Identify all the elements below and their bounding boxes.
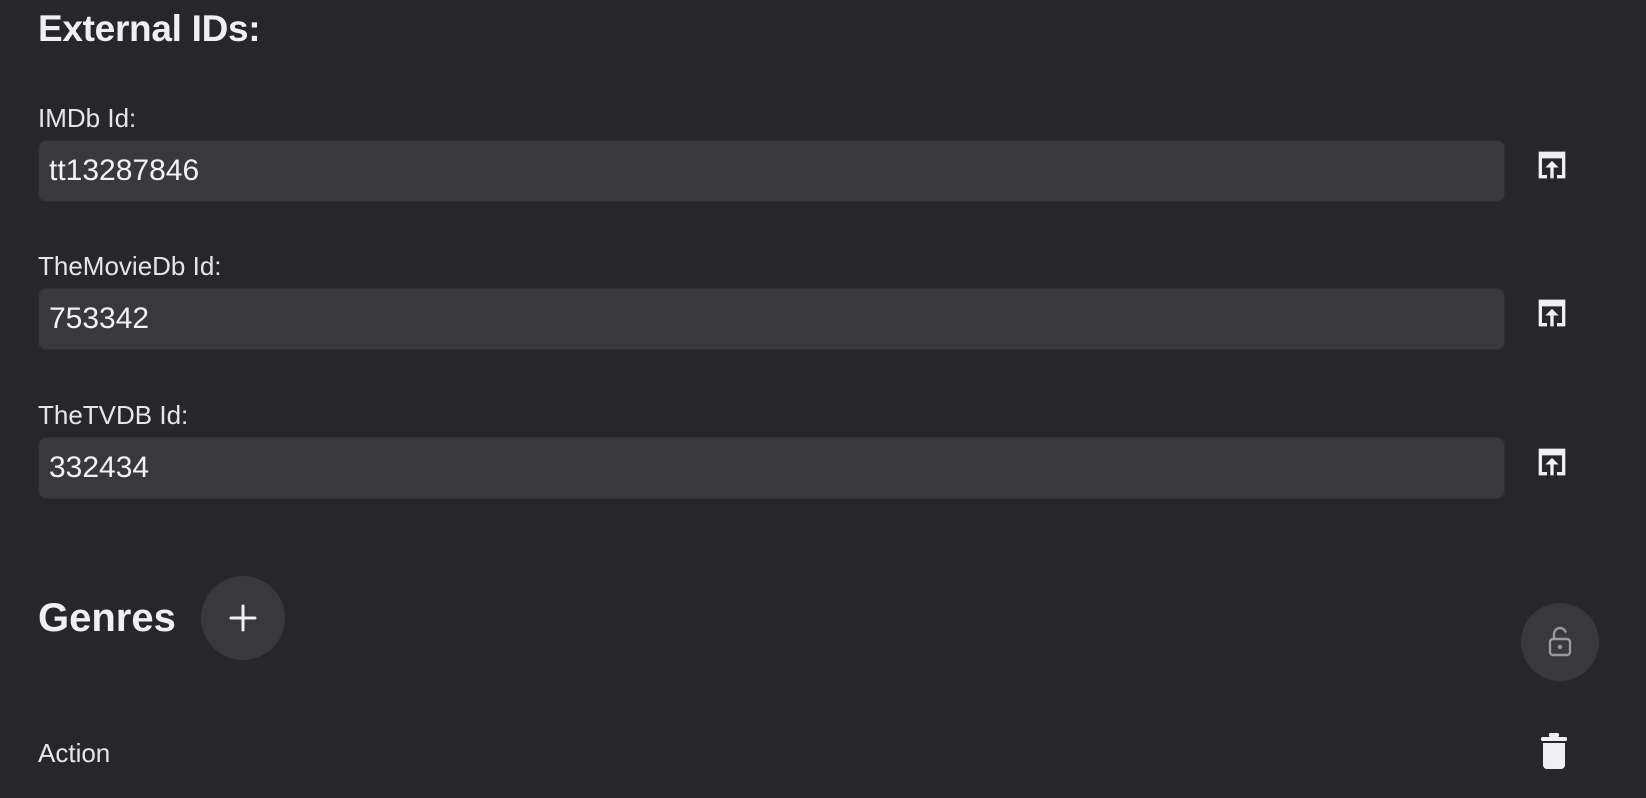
open-tvdb-button[interactable] [1530, 440, 1574, 484]
metadata-editor: External IDs: IMDb Id: TheMovieDb Id: Th… [0, 0, 1646, 798]
delete-genre-action-button[interactable] [1536, 731, 1572, 771]
imdb-id-input[interactable] [38, 140, 1505, 202]
tmdb-id-input[interactable] [38, 288, 1505, 350]
genres-title: Genres [38, 596, 176, 640]
unlocked-padlock-icon [1548, 626, 1572, 657]
external-ids-title: External IDs: [38, 8, 261, 49]
tvdb-id-label: TheTVDB Id: [38, 400, 189, 430]
open-imdb-button[interactable] [1530, 143, 1574, 187]
trash-icon [1541, 733, 1567, 769]
plus-icon [229, 604, 257, 632]
open-external-icon [1538, 151, 1566, 179]
genre-item-action: Action [38, 738, 111, 768]
tvdb-id-input[interactable] [38, 437, 1505, 499]
open-external-icon [1538, 299, 1566, 327]
lock-genres-button[interactable] [1521, 603, 1599, 681]
open-external-icon [1538, 448, 1566, 476]
open-tmdb-button[interactable] [1530, 291, 1574, 335]
imdb-id-label: IMDb Id: [38, 103, 137, 133]
tmdb-id-label: TheMovieDb Id: [38, 251, 222, 281]
add-genre-button[interactable] [201, 576, 285, 660]
